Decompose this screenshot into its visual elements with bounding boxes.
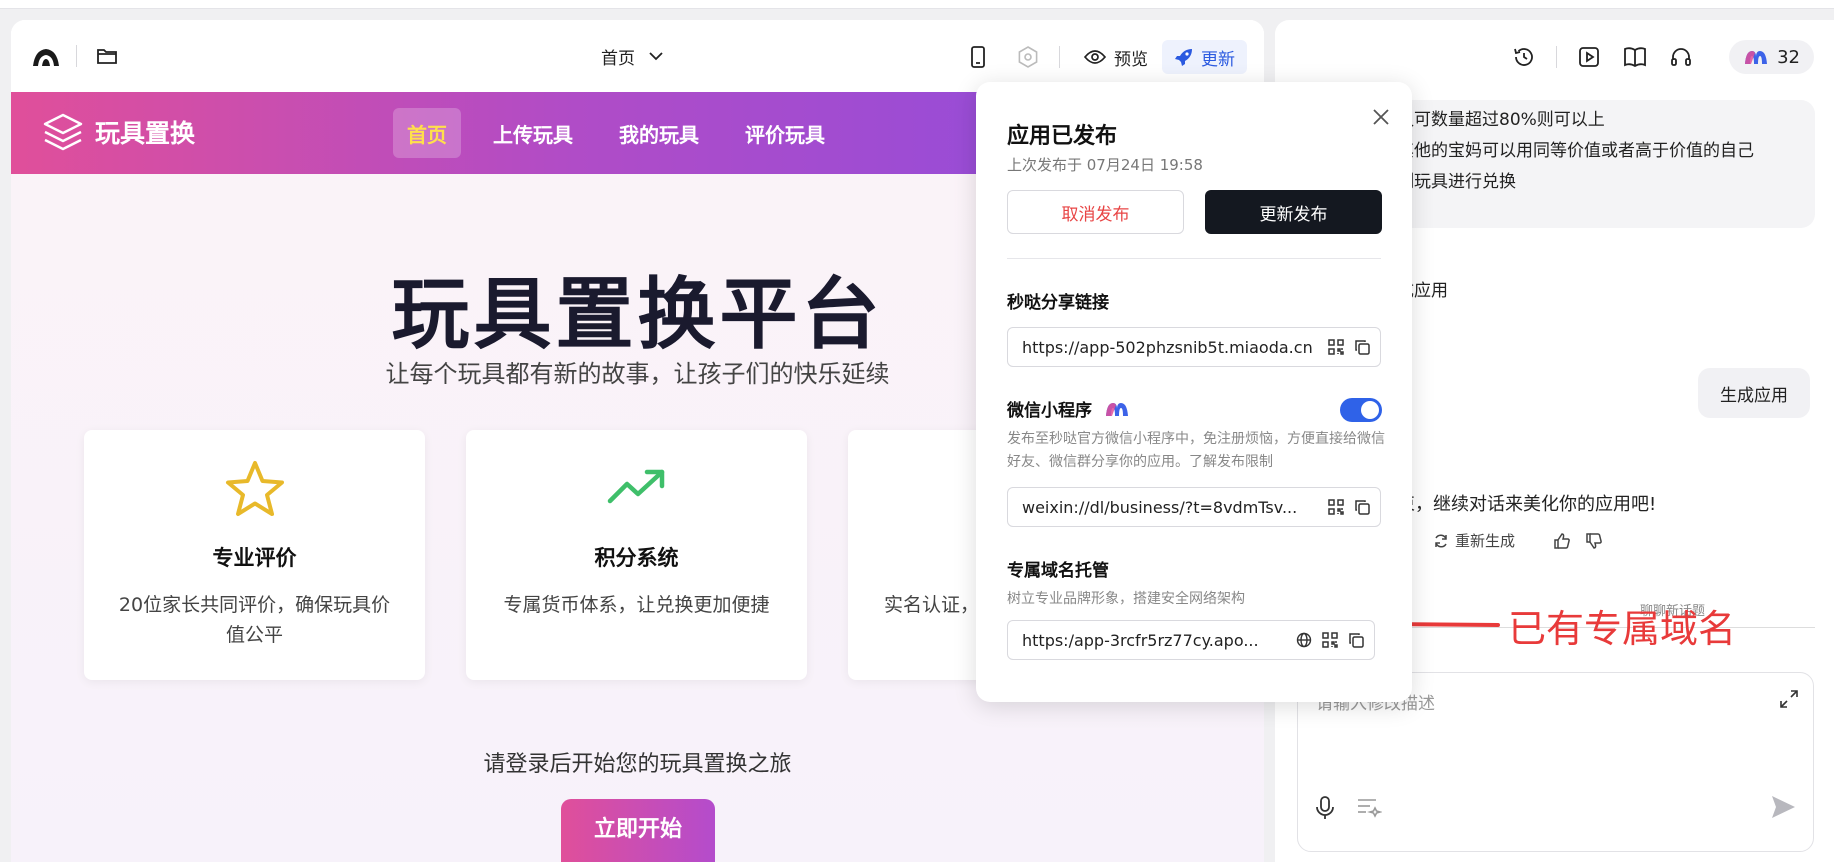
- preview-label: 预览: [1114, 49, 1148, 70]
- feature-card-desc: 专属货币体系，让兑换更加便捷: [503, 594, 770, 616]
- app-nav-my-toys[interactable]: 我的玩具: [605, 108, 713, 158]
- message-actions: 重新生成: [1433, 530, 1603, 551]
- app-nav-upload[interactable]: 上传玩具: [479, 108, 587, 158]
- credits-count: 32: [1777, 46, 1800, 68]
- feature-card: 专业评价 20位家长共同评价，确保玩具价值公平: [84, 430, 425, 680]
- close-icon[interactable]: [1372, 108, 1390, 126]
- popup-divider: [1007, 258, 1381, 259]
- settings-button[interactable]: [1011, 40, 1045, 74]
- app-nav-home[interactable]: 首页: [393, 108, 461, 158]
- trending-up-icon: [607, 469, 664, 504]
- regenerate-label: 重新生成: [1455, 532, 1516, 550]
- star-icon: [225, 461, 284, 516]
- share-link-value: https://app-502phzsnib5t.miaoda.cn: [1022, 337, 1313, 357]
- history-icon: [1514, 48, 1533, 66]
- page-selector-label: 首页: [601, 48, 635, 69]
- message-line: 队可数量超过80%则可以上: [1397, 110, 1605, 130]
- miniprogram-logo-icon: [1106, 403, 1128, 416]
- page-selector[interactable]: 首页: [601, 42, 663, 70]
- thumbs-down-icon[interactable]: [1585, 532, 1603, 550]
- docs-button[interactable]: [1619, 41, 1651, 73]
- book-icon: [1624, 47, 1646, 68]
- wechat-link-value: weixin://dl/business/?t=8vdmTsv...: [1022, 497, 1298, 517]
- credits-logo-icon: [1745, 51, 1768, 64]
- copy-icon[interactable]: [1348, 632, 1364, 648]
- update-label: 更新: [1201, 49, 1235, 70]
- copy-icon[interactable]: [1354, 499, 1370, 515]
- share-link-heading: 秒哒分享链接: [1007, 293, 1109, 313]
- thumbs-up-icon[interactable]: [1553, 532, 1571, 550]
- layers-icon: [43, 113, 83, 151]
- wechat-heading: 微信小程序: [1007, 401, 1092, 421]
- app-nav-items: 首页 上传玩具 我的玩具 评价玩具: [393, 108, 839, 158]
- refresh-icon: [1435, 533, 1447, 548]
- feature-card-desc-line1: 实名认证，: [884, 594, 980, 616]
- user-message: 生成应用: [1698, 368, 1810, 418]
- mobile-icon: [971, 46, 985, 68]
- wechat-link-field[interactable]: weixin://dl/business/?t=8vdmTsv...: [1007, 487, 1381, 527]
- chevron-down-icon: [649, 52, 663, 61]
- update-publish-button[interactable]: 更新发布: [1205, 190, 1382, 234]
- toolbar-separator: [1059, 46, 1060, 68]
- history-button[interactable]: [1508, 41, 1540, 73]
- expand-icon[interactable]: [1779, 689, 1799, 709]
- custom-domain-value: https:/app-3rcfr5rz77cy.apo...: [1022, 630, 1259, 650]
- miaoda-logo-icon[interactable]: [31, 46, 61, 68]
- message-line: 制玩具进行兑换: [1397, 172, 1516, 192]
- window-top-strip: [0, 0, 1834, 9]
- regenerate-button[interactable]: 重新生成: [1433, 530, 1515, 551]
- share-link-field[interactable]: https://app-502phzsnib5t.miaoda.cn: [1007, 327, 1381, 367]
- send-icon[interactable]: [1769, 793, 1797, 821]
- app-brand[interactable]: 玩具置换: [41, 112, 195, 152]
- app-brand-name: 玩具置换: [95, 119, 196, 148]
- folder-icon[interactable]: [95, 44, 119, 68]
- toolbar-actions: 预览 更新: [961, 40, 1247, 74]
- cancel-publish-button[interactable]: 取消发布: [1007, 190, 1184, 234]
- eye-icon: [1084, 50, 1106, 64]
- annotation-label: 已有专属域名: [1508, 607, 1737, 651]
- feature-card-title: 专业评价: [212, 546, 297, 570]
- microphone-icon[interactable]: [1314, 795, 1336, 821]
- message-line: 其他的宝妈可以用同等价值或者高于价值的自己: [1397, 141, 1754, 161]
- assistant-message-text: 束，继续对话来美化你的应用吧!: [1397, 494, 1657, 515]
- toolbar-separator: [1556, 46, 1558, 68]
- credits-badge[interactable]: 32: [1729, 40, 1814, 74]
- feature-card-desc: 20位家长共同评价，确保玩具价值公平: [118, 594, 391, 646]
- rocket-icon: [1175, 49, 1192, 66]
- custom-domain-heading: 专属域名托管: [1007, 561, 1109, 581]
- globe-icon[interactable]: [1296, 632, 1312, 648]
- custom-domain-field[interactable]: https:/app-3rcfr5rz77cy.apo...: [1007, 620, 1375, 660]
- wechat-description: 发布至秒哒官方微信小程序中，免注册烦恼，方便直接给微信好友、微信群分享你的应用。…: [1007, 431, 1385, 470]
- copy-icon[interactable]: [1354, 339, 1370, 355]
- gear-icon: [1018, 46, 1038, 68]
- wechat-toggle[interactable]: [1340, 398, 1382, 422]
- play-button[interactable]: [1573, 41, 1605, 73]
- popup-title: 应用已发布: [1007, 124, 1118, 149]
- custom-domain-description: 树立专业品牌形象，搭建安全网络架构: [1007, 591, 1245, 607]
- mobile-view-button[interactable]: [961, 40, 995, 74]
- feature-card: 积分系统 专属货币体系，让兑换更加便捷: [466, 430, 807, 680]
- publish-popup: 应用已发布 上次发布于 07月24日 19:58 取消发布 更新发布 秒哒分享链…: [976, 82, 1412, 702]
- headphones-icon: [1671, 48, 1691, 66]
- login-hint: 请登录后开始您的玩具置换之旅: [483, 752, 792, 777]
- chat-toolbar: 32: [1508, 40, 1814, 74]
- assistant-message-text: 队可数量超过80%则可以上 其他的宝妈可以用同等价值或者高于价值的自己 制玩具进…: [1397, 105, 1754, 198]
- feature-card-title: 积分系统: [594, 546, 679, 570]
- qr-code-icon[interactable]: [1328, 499, 1344, 515]
- play-icon: [1579, 47, 1599, 67]
- app-nav-rate[interactable]: 评价玩具: [731, 108, 839, 158]
- qr-code-icon[interactable]: [1328, 339, 1344, 355]
- qr-code-icon[interactable]: [1322, 632, 1338, 648]
- update-button[interactable]: 更新: [1162, 40, 1247, 74]
- toolbar-separator: [76, 45, 77, 67]
- popup-subtitle: 上次发布于 07月24日 19:58: [1007, 156, 1203, 174]
- start-button[interactable]: 立即开始: [561, 799, 715, 862]
- preview-button[interactable]: 预览: [1074, 40, 1158, 74]
- prompt-optimize-icon[interactable]: [1356, 795, 1382, 819]
- support-button[interactable]: [1665, 41, 1697, 73]
